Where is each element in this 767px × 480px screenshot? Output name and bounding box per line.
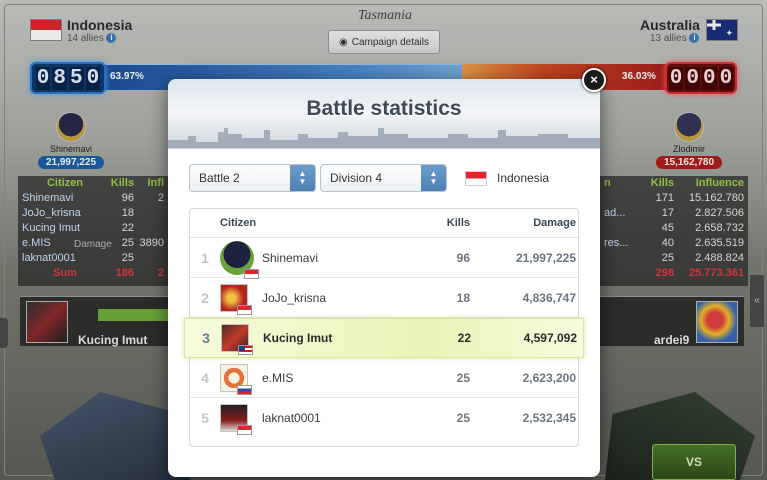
modal-header: Battle statistics	[168, 79, 600, 149]
rank: 5	[201, 410, 209, 426]
table-row[interactable]: 5 laknat0001 25 2,532,345	[190, 398, 578, 438]
flag-icon	[237, 384, 252, 395]
country-filter-label[interactable]: Indonesia	[497, 171, 549, 185]
flag-icon	[237, 304, 252, 315]
citizen-name[interactable]: Kucing Imut	[263, 331, 403, 345]
kills: 18	[456, 290, 470, 305]
rank: 3	[202, 330, 210, 346]
avatar-cell	[220, 404, 262, 435]
division-select-value: Division 4	[330, 171, 383, 185]
kills: 22	[457, 331, 471, 345]
kills: 25	[456, 370, 470, 385]
damage: 4,836,747	[522, 290, 576, 305]
flag-icon	[244, 268, 259, 279]
header-rank: #	[190, 215, 220, 231]
rank: 2	[201, 289, 209, 306]
table-row[interactable]: 1 Shinemavi 96 21,997,225	[190, 238, 578, 279]
avatar-cell	[221, 324, 263, 355]
citizen-name[interactable]: laknat0001	[262, 411, 402, 425]
flag-icon	[237, 425, 252, 435]
indonesia-flag-icon	[465, 170, 487, 186]
header-kills: Kills	[446, 217, 470, 229]
avatar-cell	[220, 363, 262, 395]
close-icon[interactable]: ×	[582, 68, 606, 92]
rank: 1	[201, 249, 209, 266]
table-header: # Citizen Kills Damage	[190, 209, 578, 238]
table-row[interactable]: 2 JoJo_krisna 18 4,836,747	[190, 278, 578, 318]
citizen-name[interactable]: Shinemavi	[262, 251, 402, 265]
damage: 4,597,092	[523, 331, 577, 345]
damage: 2,532,345	[522, 411, 576, 425]
battle-statistics-table: # Citizen Kills Damage 1 Shinemavi 96 21,99…	[184, 208, 584, 447]
avatar-cell	[220, 240, 262, 279]
header-citizen: Citizen	[220, 217, 257, 229]
damage: 2,623,200	[522, 370, 576, 385]
battle-statistics-modal: Battle statistics Battle 2 ▲ ▼ Division 4…	[168, 79, 600, 477]
rank: 4	[201, 369, 209, 386]
avatar-cell	[220, 283, 262, 315]
division-select[interactable]: Division 4 ▲ ▼	[320, 164, 447, 192]
up-down-arrows-icon: ▲ ▼	[421, 165, 446, 191]
kills: 25	[456, 411, 470, 425]
modal-title: Battle statistics	[306, 97, 462, 120]
citizen-name[interactable]: JoJo_krisna	[262, 291, 402, 305]
city-skyline-image	[168, 128, 600, 148]
battle-select-value: Battle 2	[199, 171, 240, 185]
avatar[interactable]	[220, 283, 252, 315]
avatar[interactable]	[220, 363, 252, 395]
flag-icon	[238, 345, 253, 355]
table-body: 1 Shinemavi 96 21,997,225 2 JoJo_krisna 18 4,83…	[184, 238, 584, 438]
table-row[interactable]: 3 Kucing Imut 22 4,597,092	[184, 318, 584, 358]
kills: 96	[456, 250, 470, 265]
header-damage: Damage	[533, 217, 576, 229]
up-down-arrows-icon: ▲ ▼	[290, 165, 315, 191]
avatar[interactable]	[220, 404, 252, 435]
avatar[interactable]	[220, 240, 259, 279]
citizen-name[interactable]: e.MIS	[262, 371, 402, 385]
avatar[interactable]	[221, 324, 253, 355]
table-row[interactable]: 4 e.MIS 25 2,623,200	[190, 358, 578, 398]
damage: 21,997,225	[515, 250, 576, 265]
filters-bar: Battle 2 ▲ ▼ Division 4 ▲ ▼ Indonesia	[189, 164, 549, 192]
battle-select[interactable]: Battle 2 ▲ ▼	[189, 164, 316, 192]
